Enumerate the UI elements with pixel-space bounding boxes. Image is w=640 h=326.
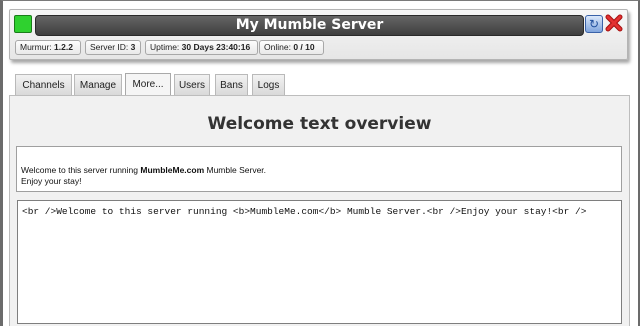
server-header-panel: My Mumble Server ↻ Murmur: 1.2.2 Server … xyxy=(9,9,628,60)
page-title: Welcome text overview xyxy=(207,114,432,134)
welcome-text-source-editor[interactable]: <br />Welcome to this server running <b>… xyxy=(17,200,622,324)
tab-content-panel: Welcome text overview Welcome to this se… xyxy=(9,95,630,326)
close-icon xyxy=(605,14,623,32)
refresh-icon: ↻ xyxy=(588,17,600,31)
tab-channels[interactable]: Channels xyxy=(15,74,72,95)
stat-server-id: Server ID: 3 xyxy=(85,40,141,55)
refresh-button[interactable]: ↻ xyxy=(585,15,603,33)
tab-users[interactable]: Users xyxy=(174,74,210,95)
tab-logs[interactable]: Logs xyxy=(252,74,285,95)
welcome-text-preview: Welcome to this server running MumbleMe.… xyxy=(16,146,622,192)
preview-line-1: Welcome to this server running MumbleMe.… xyxy=(21,165,267,175)
tab-more[interactable]: More... xyxy=(125,73,171,96)
stat-murmur-version: Murmur: 1.2.2 xyxy=(15,40,81,55)
server-status-indicator xyxy=(14,15,32,33)
stat-uptime: Uptime: 30 Days 23:40:16 xyxy=(145,40,258,55)
stat-online-users: Online: 0 / 10 xyxy=(259,40,324,55)
tab-bans[interactable]: Bans xyxy=(215,74,248,95)
close-button[interactable] xyxy=(605,14,623,32)
tab-manage[interactable]: Manage xyxy=(74,74,122,95)
preview-line-2: Enjoy your stay! xyxy=(21,176,82,186)
server-title: My Mumble Server xyxy=(35,15,584,36)
